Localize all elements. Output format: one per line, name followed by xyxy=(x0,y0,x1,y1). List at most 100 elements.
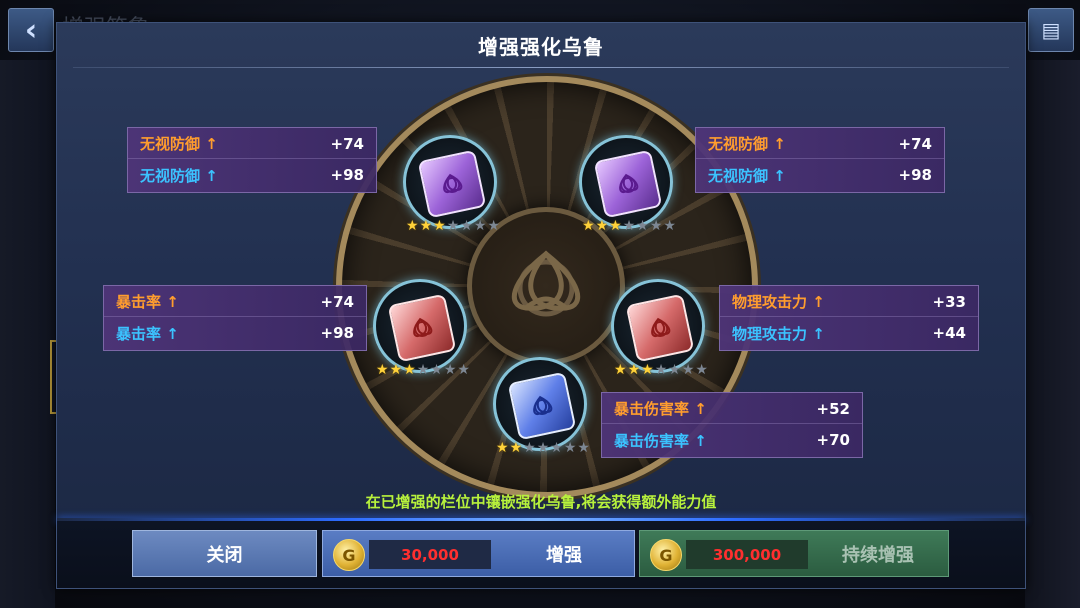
star-icon: ★ xyxy=(430,362,443,378)
rune-slot-mid-right[interactable]: ★ ★ ★ ★ ★ ★ ★ xyxy=(611,279,708,378)
stat-row: 暴击伤害率 ↑ +70 xyxy=(602,425,862,455)
stat-row: 物理攻击力 ↑ +44 xyxy=(720,318,978,348)
chevron-left-icon: ‹ xyxy=(24,12,38,48)
stat-row: 暴击伤害率 ↑ +52 xyxy=(602,394,862,424)
star-icon: ★ xyxy=(509,440,523,456)
stat-label: 暴击伤害率 ↑ xyxy=(614,431,707,450)
triquetra-icon xyxy=(443,173,463,194)
stat-label: 物理攻击力 ↑ xyxy=(732,324,825,343)
triquetra-icon xyxy=(619,173,639,194)
rune-slot-bottom[interactable]: ★ ★ ★ ★ ★ ★ ★ xyxy=(493,357,590,456)
menu-icon: ▤ xyxy=(1041,18,1061,42)
stat-value: +98 xyxy=(320,324,354,342)
star-icon: ★ xyxy=(668,362,681,378)
title-divider xyxy=(73,67,1009,68)
stat-value: +74 xyxy=(898,134,932,153)
gold-coin-icon: G xyxy=(333,539,365,571)
star-icon: ★ xyxy=(654,362,668,378)
red-rune-icon xyxy=(387,293,457,363)
rune-slot-top-left[interactable]: ★ ★ ★ ★ ★ ★ ★ xyxy=(403,135,500,234)
stat-label: 暴击率 ↑ xyxy=(116,293,179,311)
star-icon: ★ xyxy=(376,362,389,378)
rune-stars: ★ ★ ★ ★ ★ ★ ★ xyxy=(376,362,486,378)
star-icon: ★ xyxy=(473,218,487,234)
star-icon: ★ xyxy=(443,362,457,378)
stat-label: 无视防御 ↑ xyxy=(140,135,218,153)
star-icon: ★ xyxy=(627,362,641,378)
stat-label: 无视防御 ↑ xyxy=(140,166,218,185)
star-icon: ★ xyxy=(536,440,550,456)
star-icon: ★ xyxy=(582,218,595,234)
rune-slot-top-right[interactable]: ★ ★ ★ ★ ★ ★ ★ xyxy=(579,135,676,234)
star-icon: ★ xyxy=(663,218,676,234)
hint-text: 在已增强的栏位中镶嵌强化乌鲁,将会获得额外能力值 xyxy=(365,493,717,511)
star-icon: ★ xyxy=(649,218,663,234)
enhance-button[interactable]: G 30,000 增强 xyxy=(322,530,635,577)
menu-button[interactable]: ▤ xyxy=(1028,8,1074,52)
stat-panel-top-left: 无视防御 ↑ +74 无视防御 ↑ +98 xyxy=(127,127,377,193)
star-icon: ★ xyxy=(577,440,590,456)
stat-value: +52 xyxy=(816,399,850,418)
rune-stars: ★ ★ ★ ★ ★ ★ ★ xyxy=(582,218,692,234)
stat-row: 暴击率 ↑ +74 xyxy=(104,287,366,317)
stat-value: +74 xyxy=(330,134,364,153)
dialog-title: 增强强化乌鲁 xyxy=(478,34,604,59)
stat-panel-mid-left: 暴击率 ↑ +74 暴击率 ↑ +98 xyxy=(103,285,367,351)
back-button[interactable]: ‹ xyxy=(8,8,54,52)
rune-stars: ★ ★ ★ ★ ★ ★ ★ xyxy=(496,440,606,456)
star-icon: ★ xyxy=(595,218,609,234)
stat-label: 无视防御 ↑ xyxy=(708,166,786,185)
star-icon: ★ xyxy=(496,440,509,456)
stat-value: +33 xyxy=(932,292,966,311)
stat-row: 无视防御 ↑ +74 xyxy=(696,129,944,159)
gold-coin-icon: G xyxy=(650,539,682,571)
star-icon: ★ xyxy=(681,362,695,378)
purple-rune-icon xyxy=(593,149,663,219)
stat-value: +98 xyxy=(330,166,364,184)
triquetra-icon xyxy=(533,395,553,416)
star-icon: ★ xyxy=(614,362,627,378)
stat-row: 无视防御 ↑ +98 xyxy=(128,160,376,190)
stat-label: 物理攻击力 ↑ xyxy=(732,293,825,311)
stat-value: +70 xyxy=(816,431,850,449)
stat-row: 物理攻击力 ↑ +33 xyxy=(720,287,978,317)
star-icon: ★ xyxy=(550,440,563,456)
star-icon: ★ xyxy=(446,218,460,234)
stat-value: +98 xyxy=(898,166,932,184)
enhance-rune-dialog: 增强强化乌鲁 ★ ★ ★ ★ ★ ★ ★ ★ ★ ★ ★ ★ ★ ★ ★ ★ ★… xyxy=(56,22,1026,589)
background-right-strip xyxy=(1025,60,1080,608)
star-icon: ★ xyxy=(695,362,708,378)
stat-row: 无视防御 ↑ +74 xyxy=(128,129,376,159)
stat-panel-mid-right: 物理攻击力 ↑ +33 物理攻击力 ↑ +44 xyxy=(719,285,979,351)
star-icon: ★ xyxy=(622,218,636,234)
purple-rune-icon xyxy=(417,149,487,219)
rune-slot-mid-left[interactable]: ★ ★ ★ ★ ★ ★ ★ xyxy=(373,279,470,378)
triquetra-icon xyxy=(651,317,671,338)
stat-label: 暴击率 ↑ xyxy=(116,324,179,343)
stat-row: 暴击率 ↑ +98 xyxy=(104,318,366,348)
star-icon: ★ xyxy=(641,362,654,378)
star-icon: ★ xyxy=(433,218,446,234)
star-icon: ★ xyxy=(403,362,416,378)
stat-panel-bottom: 暴击伤害率 ↑ +52 暴击伤害率 ↑ +70 xyxy=(601,392,863,458)
star-icon: ★ xyxy=(406,218,419,234)
enhance-label: 增强 xyxy=(546,544,582,566)
stat-row: 无视防御 ↑ +98 xyxy=(696,160,944,190)
stat-value: +44 xyxy=(932,324,966,342)
close-button[interactable]: 关闭 xyxy=(132,530,317,577)
star-icon: ★ xyxy=(416,362,430,378)
rune-stars: ★ ★ ★ ★ ★ ★ ★ xyxy=(614,362,724,378)
continuous-enhance-cost: 300,000 xyxy=(686,540,808,569)
continuous-enhance-button[interactable]: G 300,000 持续增强 xyxy=(639,530,949,577)
triquetra-icon xyxy=(413,317,433,338)
star-icon: ★ xyxy=(487,218,500,234)
star-icon: ★ xyxy=(419,218,433,234)
stat-value: +74 xyxy=(320,292,354,311)
star-icon: ★ xyxy=(457,362,470,378)
star-icon: ★ xyxy=(609,218,622,234)
star-icon: ★ xyxy=(636,218,649,234)
rune-stars: ★ ★ ★ ★ ★ ★ ★ xyxy=(406,218,516,234)
continuous-enhance-label: 持续增强 xyxy=(842,544,914,566)
star-icon: ★ xyxy=(563,440,577,456)
star-icon: ★ xyxy=(523,440,536,456)
